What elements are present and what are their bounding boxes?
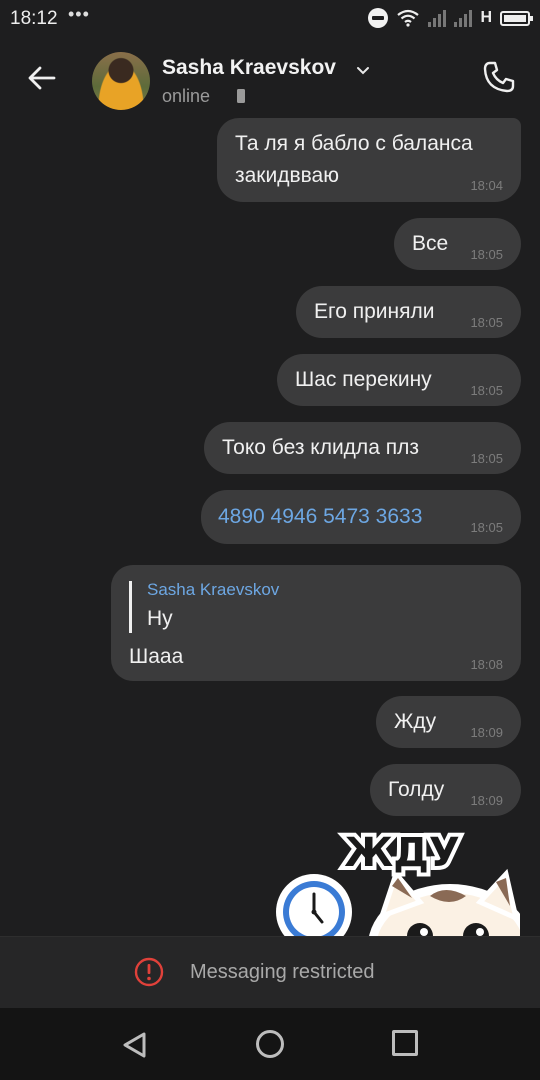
do-not-disturb-icon (368, 8, 389, 28)
nav-back-icon[interactable] (120, 1030, 150, 1060)
message-text-line2: закидвваю (235, 164, 339, 187)
message-time: 18:08 (470, 657, 503, 672)
reply-text: Ну (147, 607, 173, 630)
contact-name[interactable]: Sasha Kraevskov (162, 56, 336, 80)
message-text: Голду (388, 778, 445, 801)
messaging-restricted-bar: Messaging restricted (0, 936, 540, 1009)
reply-quote-bar (129, 581, 132, 633)
message-text: Шас перекину (295, 368, 432, 391)
more-notifications-icon: ••• (68, 4, 90, 24)
system-nav-bar (0, 1008, 540, 1080)
sticker-cat-waiting[interactable]: ЖДУ ЖДУ (270, 826, 520, 936)
chevron-down-icon[interactable] (356, 64, 370, 78)
mobile-device-icon (237, 89, 245, 103)
wifi-icon (397, 9, 420, 27)
message-time: 18:09 (470, 725, 503, 740)
contact-status: online (162, 86, 211, 106)
back-arrow-icon[interactable] (24, 60, 60, 96)
sticker-caption: ЖДУ (344, 830, 459, 876)
status-bar: 18:12 ••• H (0, 0, 540, 36)
nav-home-icon[interactable] (256, 1030, 284, 1058)
message-bubble[interactable]: Та ля я бабло с баланса закидвваю 18:04 (217, 118, 521, 202)
contact-avatar[interactable] (92, 52, 150, 110)
message-time: 18:05 (470, 315, 503, 330)
message-time: 18:09 (470, 793, 503, 808)
network-type: H (480, 9, 492, 26)
message-text: Шааа (129, 645, 184, 668)
message-text: Все (412, 232, 449, 255)
message-time: 18:04 (470, 178, 503, 193)
message-time: 18:05 (470, 247, 503, 262)
call-icon[interactable] (480, 58, 518, 96)
message-bubble-with-reply[interactable]: Sasha Kraevskov Ну Шааа 18:08 (111, 565, 521, 681)
message-bubble[interactable]: Токо без клидла плз 18:05 (204, 422, 521, 474)
message-bubble[interactable]: Его приняли 18:05 (296, 286, 521, 338)
message-bubble[interactable]: 4890 4946 5473 3633 18:05 (201, 490, 521, 544)
warning-icon (134, 957, 164, 987)
nav-recents-icon[interactable] (392, 1030, 418, 1056)
card-number-link[interactable]: 4890 4946 5473 3633 (218, 505, 422, 529)
message-text: Та ля я бабло с баланса (235, 132, 473, 155)
message-time: 18:05 (470, 520, 503, 535)
status-time: 18:12 (10, 8, 58, 29)
message-bubble[interactable]: Все 18:05 (394, 218, 521, 270)
signal-2-icon (454, 9, 473, 27)
message-bubble[interactable]: Голду 18:09 (370, 764, 521, 816)
battery-icon (500, 10, 533, 26)
signal-1-icon (428, 9, 447, 27)
message-bubble[interactable]: Жду 18:09 (376, 696, 521, 748)
message-time: 18:05 (470, 383, 503, 398)
chat-header: Sasha Kraevskov online (0, 36, 540, 118)
message-text: Токо без клидла плз (222, 436, 419, 459)
message-text: Жду (394, 710, 437, 733)
status-icons: H (368, 7, 533, 29)
message-bubble[interactable]: Шас перекину 18:05 (277, 354, 521, 406)
message-list[interactable]: Та ля я бабло с баланса закидвваю 18:04 … (0, 118, 540, 936)
reply-author[interactable]: Sasha Kraevskov (147, 580, 279, 600)
restricted-label: Messaging restricted (190, 961, 375, 983)
message-time: 18:05 (470, 451, 503, 466)
message-text: Его приняли (314, 300, 435, 323)
